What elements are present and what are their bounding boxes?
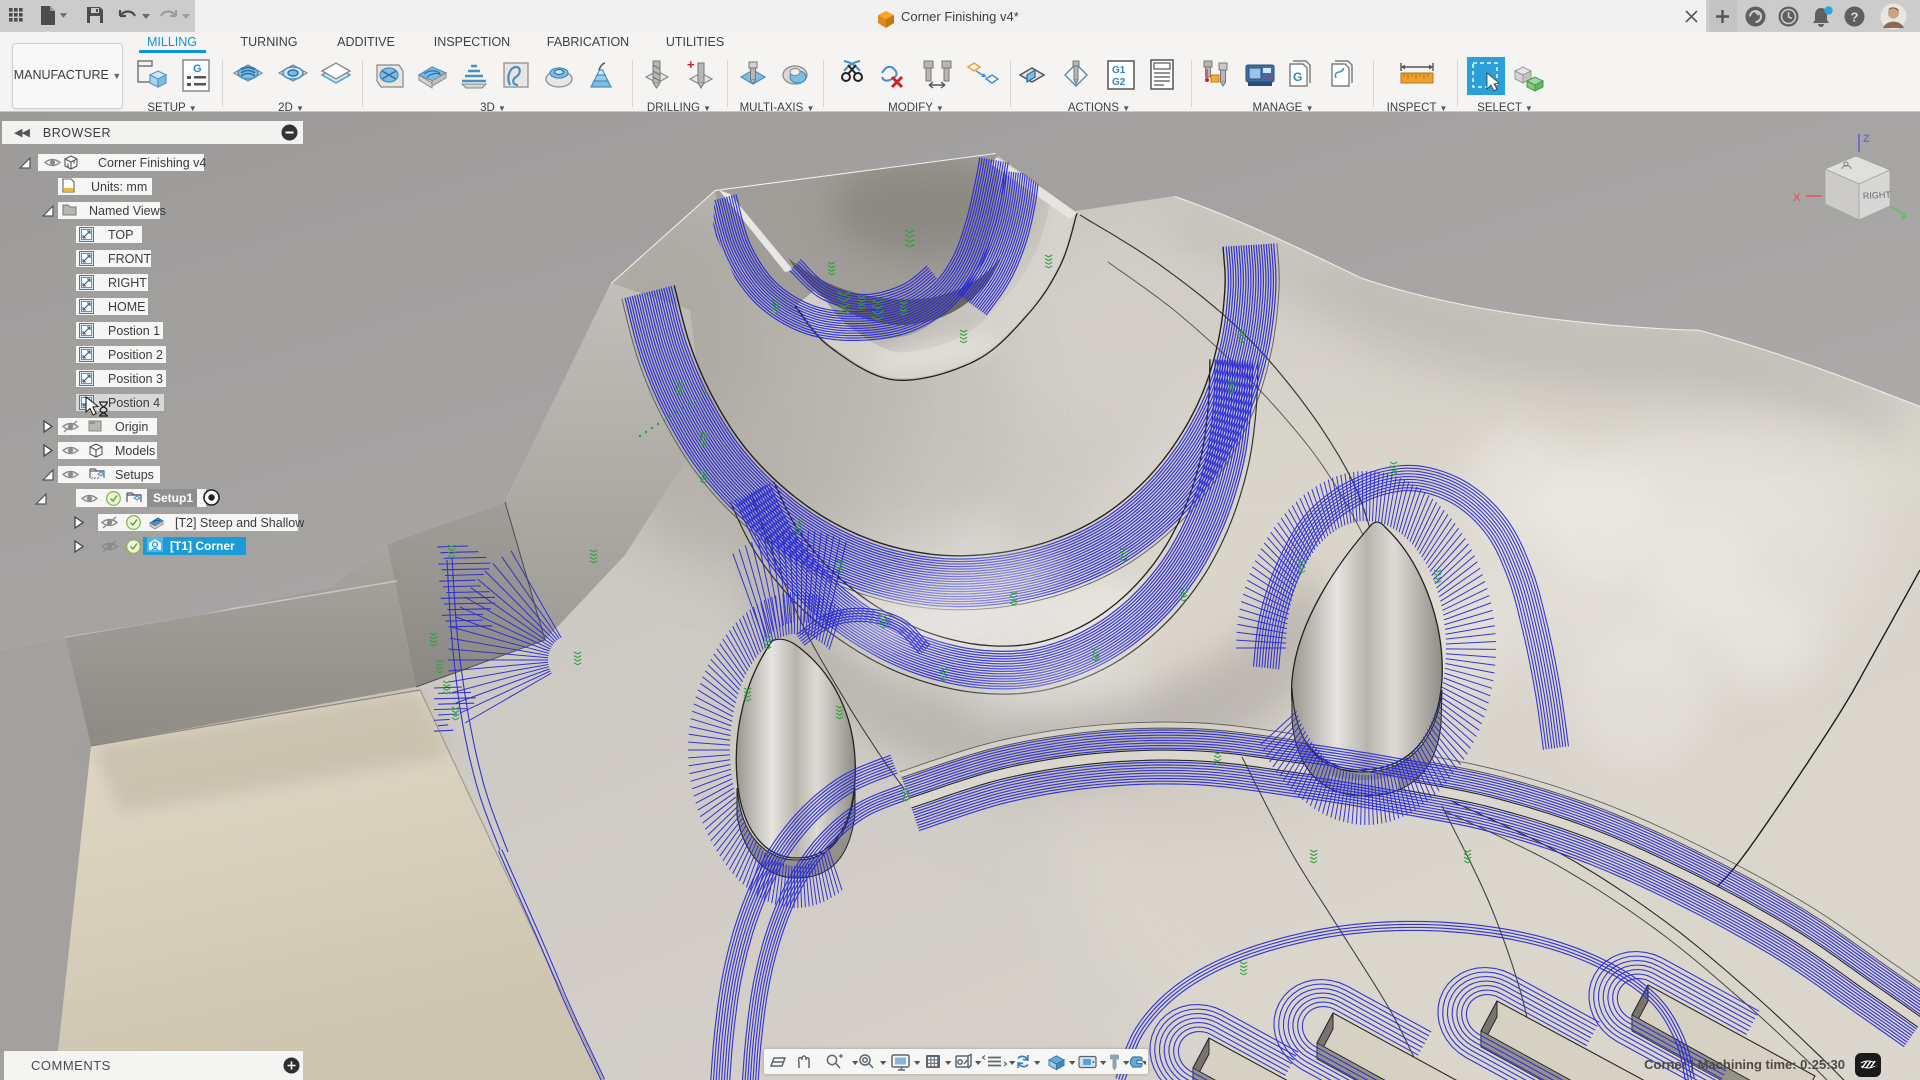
svg-text:RIGHT: RIGHT [1863,190,1892,201]
svg-text:?: ? [1851,10,1859,25]
svg-text:G2: G2 [1112,77,1126,88]
svg-text:G: G [1293,70,1302,84]
svg-text:Z: Z [1863,133,1870,145]
svg-text:X: X [1793,192,1801,204]
svg-text:+: + [687,59,695,72]
svg-text:G: G [193,63,202,75]
svg-text:G1: G1 [1112,65,1126,76]
